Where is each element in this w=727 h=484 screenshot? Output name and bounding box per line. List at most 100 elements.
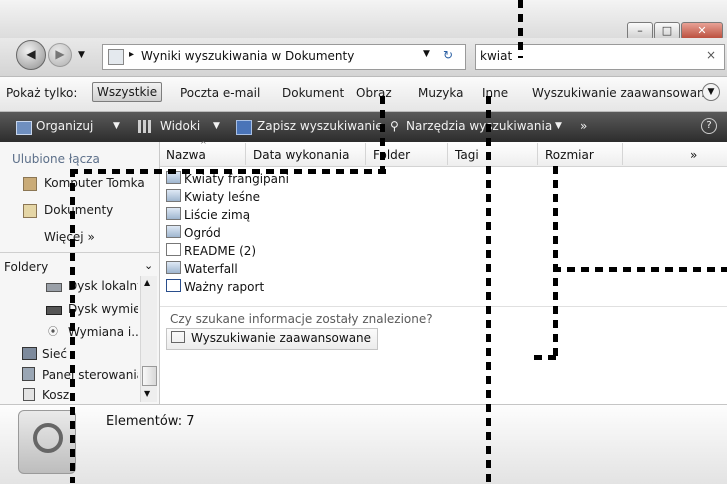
breadcrumb-location[interactable]: Wyniki wyszukiwania w Dokumenty <box>141 49 354 63</box>
search-prompt-question: Czy szukane informacje zostały znalezion… <box>170 312 433 326</box>
help-icon[interactable]: ? <box>701 118 717 134</box>
folder-tree-item[interactable]: Dysk lokalny <box>68 279 138 293</box>
filter-label: Pokaż tylko: <box>6 86 78 100</box>
computer-folder-icon <box>23 177 37 191</box>
file-row[interactable]: Ważny raport <box>166 279 264 294</box>
image-file-icon <box>166 189 181 202</box>
column-divider[interactable] <box>447 143 448 165</box>
file-name: README (2) <box>184 244 257 258</box>
search-input[interactable]: kwiat × <box>475 44 725 70</box>
clear-search-icon[interactable]: × <box>706 48 716 62</box>
removable-drive-icon <box>46 306 62 315</box>
dashed-overlay-line <box>553 166 558 360</box>
search-folder-icon <box>108 49 124 65</box>
file-row[interactable]: README (2) <box>166 243 256 258</box>
views-icon <box>138 120 151 133</box>
item-count: Elementów: 7 <box>106 414 195 429</box>
views-dropdown-icon[interactable]: ▼ <box>213 121 220 131</box>
filter-all[interactable]: Wszystkie <box>92 82 163 102</box>
navigation-pane: Ulubione łącza Komputer Tomka Dokumenty … <box>0 142 160 404</box>
views-button[interactable]: Widoki <box>160 119 200 133</box>
file-name: Ogród <box>184 226 221 240</box>
file-row[interactable]: Waterfall <box>166 261 238 276</box>
file-name: Ważny raport <box>184 280 265 294</box>
folders-heading[interactable]: Foldery <box>4 260 48 274</box>
save-search-button[interactable]: Zapisz wyszukiwanie <box>257 119 383 133</box>
control-panel-icon <box>22 367 35 381</box>
image-file-icon <box>166 207 181 220</box>
dashed-overlay-line <box>534 355 556 360</box>
search-tools-icon: ⚲ <box>390 119 399 133</box>
drive-icon <box>46 283 62 292</box>
dashed-overlay-line <box>380 96 385 172</box>
file-row[interactable]: Kwiaty leśne <box>166 189 260 204</box>
folder-tree-item[interactable]: Wymiana i... <box>68 325 138 339</box>
column-divider[interactable] <box>622 143 623 165</box>
address-dropdown-icon[interactable]: ▼ <box>423 49 430 59</box>
breadcrumb-separator: ▸ <box>129 49 135 60</box>
advanced-search-button[interactable]: Wyszukiwanie zaawansowane <box>166 328 379 350</box>
column-header-tags[interactable]: Tagi <box>455 148 479 162</box>
advanced-search-label: Wyszukiwanie zaawansowane <box>191 331 372 345</box>
column-divider[interactable] <box>245 143 246 165</box>
search-tools-button[interactable]: Narzędzia wyszukiwania <box>406 119 552 133</box>
recent-pages-dropdown-icon[interactable]: ▼ <box>78 50 85 60</box>
advanced-search-icon <box>171 331 185 343</box>
column-divider[interactable] <box>365 143 366 165</box>
file-row[interactable]: Liście zimą <box>166 207 250 222</box>
dashed-overlay-line <box>518 0 523 58</box>
folder-tree-item[interactable]: Kosz <box>42 388 69 402</box>
file-name: Waterfall <box>184 262 238 276</box>
network-share-icon: ⦿ <box>48 327 58 338</box>
back-button[interactable]: ◀ <box>16 40 46 70</box>
chevron-down-icon[interactable]: ▼ <box>702 83 720 101</box>
word-document-icon <box>166 279 181 292</box>
scrollbar-thumb[interactable] <box>142 366 157 386</box>
divider <box>0 252 159 253</box>
column-header-size[interactable]: Rozmiar <box>545 148 594 162</box>
scroll-down-icon[interactable]: ▼ <box>144 389 150 398</box>
chevron-down-icon[interactable]: ⌄ <box>144 259 153 272</box>
documents-folder-icon <box>23 204 37 218</box>
title-bar <box>0 0 727 38</box>
dashed-overlay-line <box>70 169 75 483</box>
column-header-folder[interactable]: Folder <box>373 148 410 162</box>
address-bar[interactable]: ▸ Wyniki wyszukiwania w Dokumenty ▼ ↻ <box>102 44 466 70</box>
toolbar-more-button[interactable]: » <box>580 119 587 133</box>
file-name: Kwiaty leśne <box>184 190 260 204</box>
organize-dropdown-icon[interactable]: ▼ <box>113 121 120 131</box>
column-divider[interactable] <box>537 143 538 165</box>
arrow-right-icon: ▶ <box>55 47 65 61</box>
folder-tree-item[interactable]: Panel sterowania <box>42 368 138 382</box>
scrollbar[interactable]: ▲ ▼ <box>140 276 157 402</box>
filter-image[interactable]: Obraz <box>356 86 392 100</box>
file-row[interactable]: Ogród <box>166 225 221 240</box>
divider <box>160 306 727 307</box>
folder-tree-item[interactable]: Dysk wymienny <box>68 302 138 316</box>
file-name: Liście zimą <box>184 208 251 222</box>
column-header-name[interactable]: Nazwa <box>166 148 206 162</box>
forward-button[interactable]: ▶ <box>48 43 72 67</box>
column-header-date[interactable]: Data wykonania <box>253 148 350 162</box>
file-name: Kwiaty frangipani <box>184 172 289 186</box>
scroll-up-icon[interactable]: ▲ <box>144 278 150 287</box>
filter-music[interactable]: Muzyka <box>418 86 463 100</box>
search-tools-dropdown-icon[interactable]: ▼ <box>555 121 562 131</box>
network-icon <box>22 347 37 360</box>
filter-document[interactable]: Dokument <box>282 86 344 100</box>
search-input-value: kwiat <box>480 49 513 63</box>
arrow-left-icon: ◀ <box>26 47 36 61</box>
explorer-window: – □ ✕ ◀ ▶ ▼ ▸ Wyniki wyszukiwania w Doku… <box>0 0 727 484</box>
filter-email[interactable]: Poczta e-mail <box>180 86 260 100</box>
recycle-bin-icon <box>23 388 35 401</box>
dashed-overlay-line <box>486 96 491 483</box>
folder-tree-item[interactable]: Sieć <box>42 347 67 361</box>
more-columns-button[interactable]: » <box>690 148 697 162</box>
image-file-icon <box>166 261 181 274</box>
organize-button[interactable]: Organizuj <box>36 119 93 133</box>
filter-advanced-search[interactable]: Wyszukiwanie zaawansowane <box>532 86 712 100</box>
favorite-link[interactable]: Dokumenty <box>44 203 113 217</box>
refresh-icon[interactable]: ↻ <box>443 48 453 62</box>
favorite-link[interactable]: Komputer Tomka <box>44 176 145 190</box>
save-icon <box>236 120 252 135</box>
